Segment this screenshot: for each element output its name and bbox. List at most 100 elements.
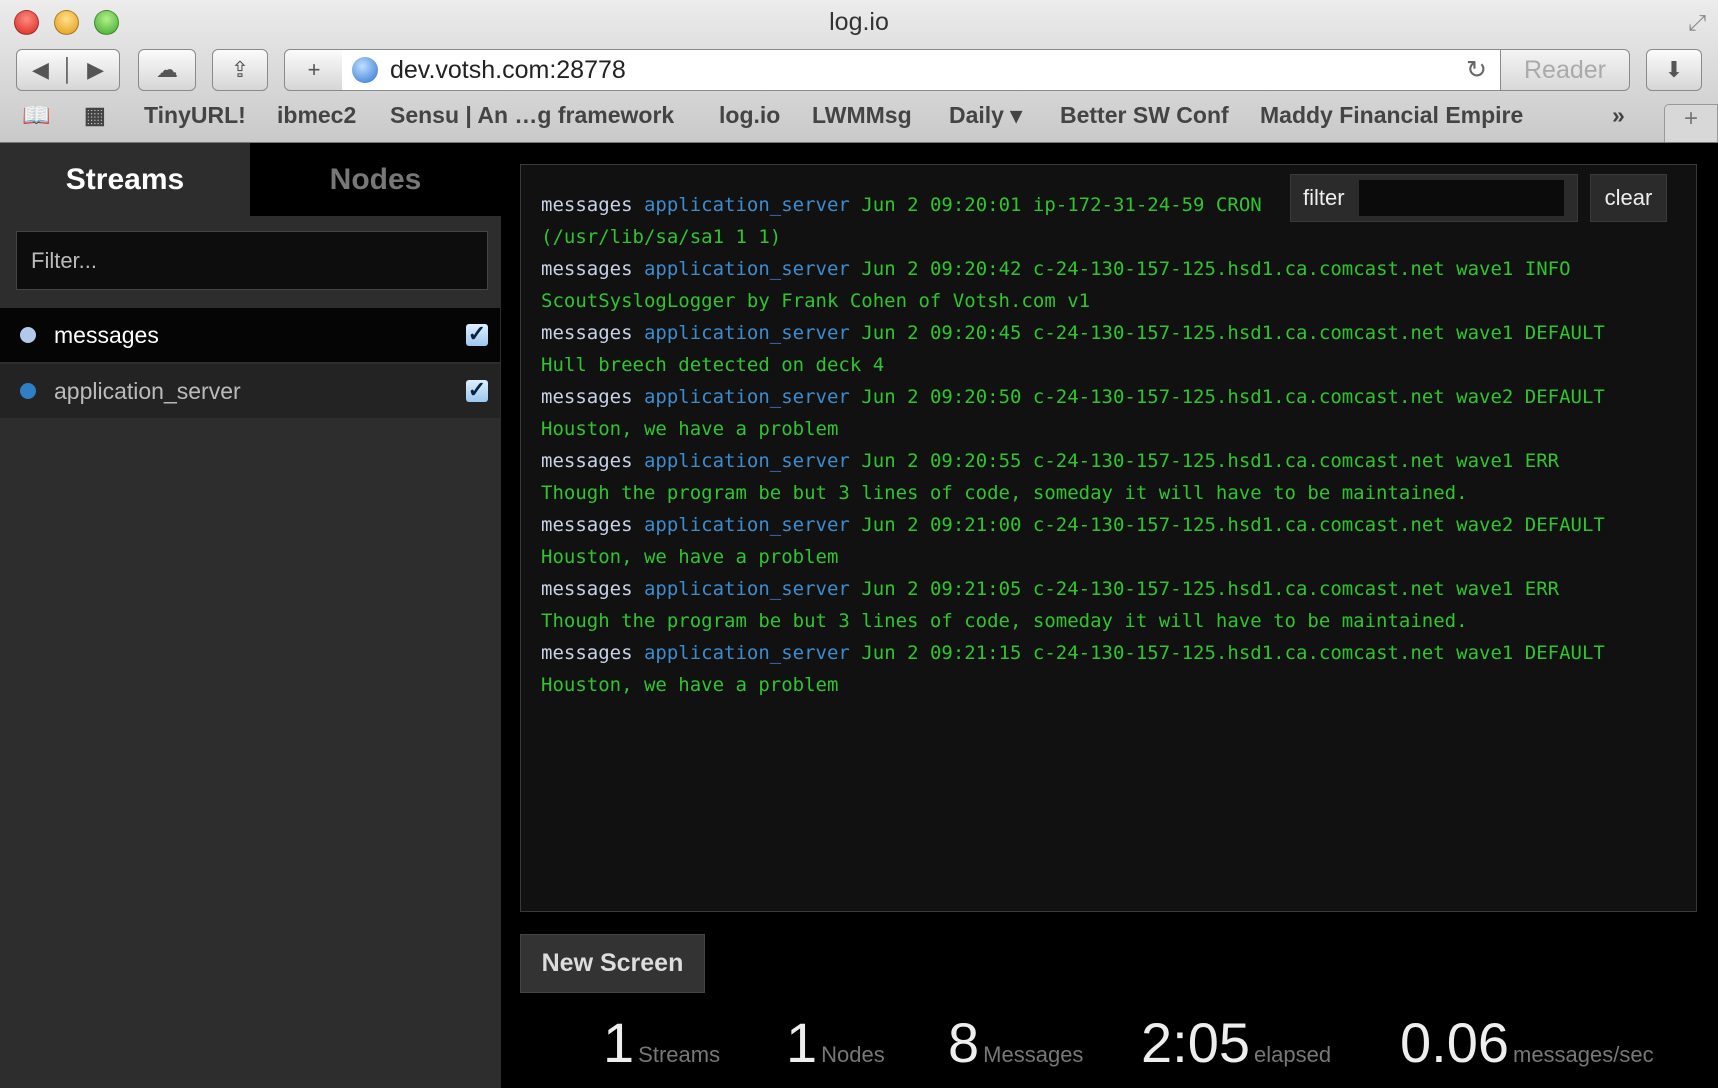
log-stream-name: messages xyxy=(541,258,633,280)
log-stream-name: messages xyxy=(541,450,633,472)
window-title: log.io xyxy=(829,8,889,36)
sidebar: Streams Nodes Filter... messages ✓ appli… xyxy=(0,143,501,1088)
forward-icon[interactable]: ▶ xyxy=(87,57,104,83)
log-line-continuation: Though the program be but 3 lines of cod… xyxy=(541,482,1468,504)
stat-label: messages/sec xyxy=(1513,1042,1654,1067)
log-line: messages application_server Jun 2 09:20:… xyxy=(541,381,1676,413)
stream-color-dot xyxy=(20,327,36,343)
new-tab-button[interactable]: + xyxy=(1664,104,1718,142)
close-window-button[interactable] xyxy=(14,10,39,35)
stream-color-dot xyxy=(20,383,36,399)
bookmark[interactable]: log.io xyxy=(719,102,780,129)
log-stream-name: messages xyxy=(541,322,633,344)
new-screen-button[interactable]: New Screen xyxy=(520,934,705,993)
log-node-name: application_server xyxy=(643,258,850,280)
reload-icon[interactable]: ↻ xyxy=(1466,55,1487,85)
tab-nodes[interactable]: Nodes xyxy=(250,143,501,216)
stat-value: 0.06 xyxy=(1400,1011,1509,1074)
log-stream-name: messages xyxy=(541,386,633,408)
log-node-name: application_server xyxy=(643,642,850,664)
log-line: messages application_server Jun 2 09:20:… xyxy=(541,253,1676,285)
log-line-continuation: Hull breech detected on deck 4 xyxy=(541,354,885,376)
cloud-icon: ☁ xyxy=(156,57,178,82)
stat-value: 2:05 xyxy=(1141,1011,1250,1074)
log-text: Jun 2 09:20:55 c-24-130-157-125.hsd1.ca.… xyxy=(861,450,1560,472)
minimize-window-button[interactable] xyxy=(54,10,79,35)
log-line: messages application_server Jun 2 09:21:… xyxy=(541,509,1676,541)
log-text: Jun 2 09:20:01 ip-172-31-24-59 CRON xyxy=(861,194,1262,216)
url-text[interactable]: dev.votsh.com:28778 xyxy=(390,56,626,85)
bookmark[interactable]: Daily ▾ xyxy=(949,102,1022,129)
stream-checkbox[interactable]: ✓ xyxy=(466,379,488,402)
log-line: messages application_server Jun 2 09:21:… xyxy=(541,573,1676,605)
reading-list-icon[interactable]: 📖 xyxy=(22,102,51,129)
log-text: Jun 2 09:21:05 c-24-130-157-125.hsd1.ca.… xyxy=(861,578,1560,600)
back-icon[interactable]: ◀ xyxy=(32,57,49,83)
log-stream-name: messages xyxy=(541,642,633,664)
browser-chrome: log.io ⤢ ◀ │ ▶ ☁ ⇪ + dev.votsh.com:28778… xyxy=(0,0,1718,143)
globe-icon xyxy=(352,57,378,83)
back-forward-buttons[interactable]: ◀ │ ▶ xyxy=(16,49,120,91)
download-icon: ⬇ xyxy=(1664,57,1684,82)
log-line-continuation: ScoutSyslogLogger by Frank Cohen of Vots… xyxy=(541,290,1091,312)
share-button[interactable]: ⇪ xyxy=(212,49,268,91)
log-text: Jun 2 09:20:45 c-24-130-157-125.hsd1.ca.… xyxy=(861,322,1605,344)
log-node-name: application_server xyxy=(643,514,850,536)
log-node-name: application_server xyxy=(643,322,850,344)
stat-messages: 8 Messages xyxy=(948,1010,1083,1080)
log-text: Jun 2 09:21:15 c-24-130-157-125.hsd1.ca.… xyxy=(861,642,1605,664)
stat-label: Nodes xyxy=(821,1042,885,1067)
log-line-continuation: Houston, we have a problem xyxy=(541,546,839,568)
log-line-continuation: Though the program be but 3 lines of cod… xyxy=(541,610,1468,632)
log-filter-input[interactable] xyxy=(1358,180,1564,216)
stream-label: messages xyxy=(54,321,159,348)
log-line-continuation: Houston, we have a problem xyxy=(541,418,839,440)
log-node-name: application_server xyxy=(643,450,850,472)
fullscreen-icon[interactable]: ⤢ xyxy=(1688,10,1706,36)
bookmark[interactable]: Maddy Financial Empire xyxy=(1260,102,1523,129)
log-stream-name: messages xyxy=(541,578,633,600)
log-screen: messages application_server Jun 2 09:20:… xyxy=(520,164,1697,912)
log-filter: filter xyxy=(1290,174,1578,222)
log-node-name: application_server xyxy=(643,578,850,600)
bookmark[interactable]: Sensu | An …g framework xyxy=(390,102,674,129)
stat-value: 8 xyxy=(948,1011,980,1074)
add-bookmark-button[interactable]: + xyxy=(284,49,344,91)
stream-filter-input[interactable]: Filter... xyxy=(16,231,488,290)
log-line: messages application_server Jun 2 09:20:… xyxy=(541,317,1676,349)
stat-label: elapsed xyxy=(1254,1042,1332,1067)
bookmark[interactable]: TinyURL! xyxy=(144,102,246,129)
log-stream-name: messages xyxy=(541,514,633,536)
stat-streams: 1 Streams xyxy=(603,1010,720,1080)
filter-label: filter xyxy=(1303,185,1345,210)
log-node-name: application_server xyxy=(643,194,850,216)
log-line-continuation: Houston, we have a problem xyxy=(541,674,839,696)
plus-icon: + xyxy=(307,57,321,82)
log-text: Jun 2 09:21:00 c-24-130-157-125.hsd1.ca.… xyxy=(861,514,1605,536)
reader-button[interactable]: Reader xyxy=(1500,49,1630,91)
stat-label: Messages xyxy=(983,1042,1084,1067)
stream-item-application-server[interactable]: application_server ✓ xyxy=(0,364,500,418)
log-line: messages application_server Jun 2 09:20:… xyxy=(541,445,1676,477)
zoom-window-button[interactable] xyxy=(94,10,119,35)
stat-elapsed: 2:05 elapsed xyxy=(1141,1010,1331,1080)
more-bookmarks-icon[interactable]: » xyxy=(1612,102,1625,129)
bookmark[interactable]: ibmec2 xyxy=(277,102,356,129)
stat-label: Streams xyxy=(638,1042,721,1067)
icloud-tabs-button[interactable]: ☁ xyxy=(138,49,196,91)
stat-nodes: 1 Nodes xyxy=(786,1010,885,1080)
bookmark[interactable]: Better SW Conf xyxy=(1060,102,1229,129)
log-text: Jun 2 09:20:50 c-24-130-157-125.hsd1.ca.… xyxy=(861,386,1605,408)
tab-streams[interactable]: Streams xyxy=(0,143,250,216)
bookmark[interactable]: LWMMsg xyxy=(812,102,912,129)
clear-button[interactable]: clear xyxy=(1590,174,1667,222)
stream-checkbox[interactable]: ✓ xyxy=(466,323,488,346)
stream-item-messages[interactable]: messages ✓ xyxy=(0,308,500,362)
stat-value: 1 xyxy=(786,1011,818,1074)
downloads-button[interactable]: ⬇ xyxy=(1646,49,1702,91)
top-sites-icon[interactable]: ▦ xyxy=(84,102,106,129)
log-stream-name: messages xyxy=(541,194,633,216)
stat-rate: 0.06 messages/sec xyxy=(1400,1010,1654,1080)
stat-value: 1 xyxy=(603,1011,635,1074)
address-bar[interactable]: dev.votsh.com:28778 ↻ xyxy=(342,49,1502,91)
